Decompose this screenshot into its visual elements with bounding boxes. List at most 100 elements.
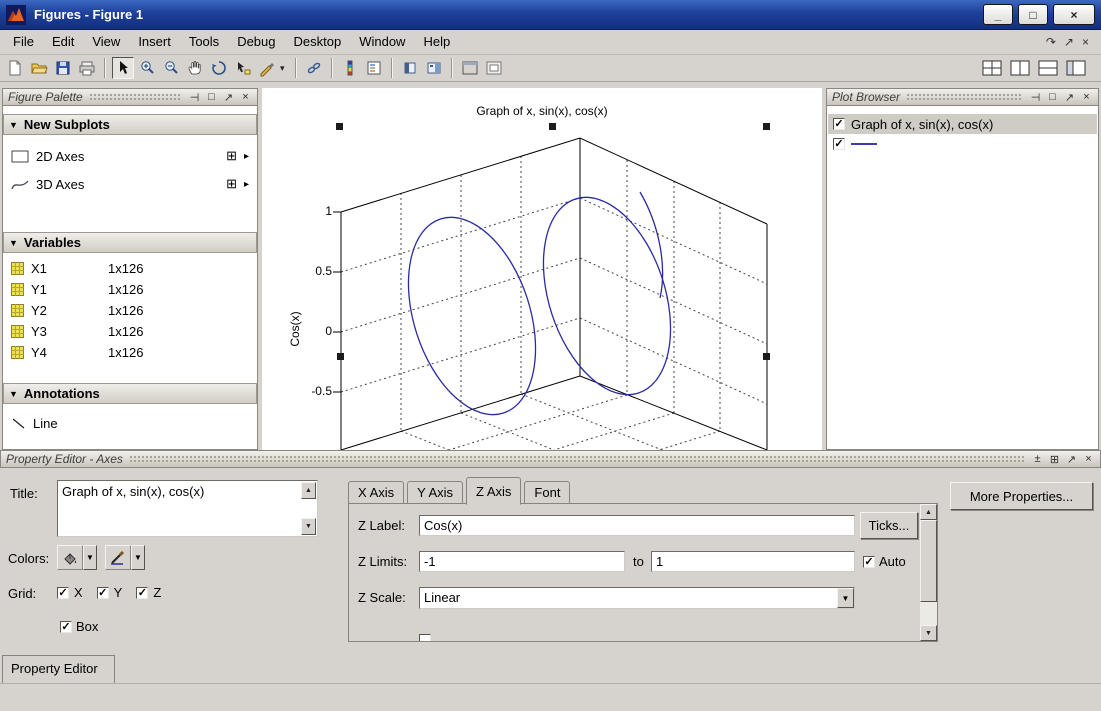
tab-font[interactable]: Font: [524, 481, 570, 504]
menubar-undock-icon[interactable]: ↗: [1064, 35, 1074, 49]
zoom-out-icon[interactable]: [160, 57, 182, 79]
subplot-3d-axes[interactable]: 3D Axes ⊞ ▸: [4, 172, 256, 196]
close-panel-icon[interactable]: ×: [1080, 91, 1093, 104]
variable-row[interactable]: X1 1x126: [4, 258, 256, 279]
menu-file[interactable]: File: [4, 30, 43, 54]
pan-tool-icon[interactable]: [184, 57, 206, 79]
figure-palette-header[interactable]: Figure Palette ⊣ □ ↗ ×: [2, 88, 258, 106]
layout-split-vertical-icon[interactable]: [1009, 57, 1031, 79]
plot-browser-header[interactable]: Plot Browser ⊣ □ ↗ ×: [826, 88, 1099, 106]
maximize-panel-icon[interactable]: □: [1046, 91, 1059, 104]
color-dropdown-icon[interactable]: ▼: [83, 545, 97, 570]
selection-handle[interactable]: [763, 123, 770, 130]
print-icon[interactable]: [76, 57, 98, 79]
visibility-checkbox[interactable]: ✓: [833, 118, 845, 130]
tab-x-axis[interactable]: X Axis: [348, 481, 404, 504]
undock-figure-icon[interactable]: [483, 57, 505, 79]
tab-z-axis[interactable]: Z Axis: [466, 477, 521, 505]
tab-panel-scrollbar[interactable]: ▲ ▼: [920, 504, 937, 641]
close-panel-icon[interactable]: ×: [239, 91, 252, 104]
z-limit-max-input[interactable]: 1: [651, 551, 855, 572]
insert-legend-icon[interactable]: [363, 57, 385, 79]
grid-x-checkbox[interactable]: ✓: [57, 587, 69, 599]
undock-panel-icon[interactable]: ↗: [1063, 91, 1076, 104]
dock-figure-icon[interactable]: [459, 57, 481, 79]
brush-tool-icon[interactable]: [256, 57, 278, 79]
menu-debug[interactable]: Debug: [228, 30, 284, 54]
line-color-button[interactable]: ▼: [105, 545, 145, 570]
zoom-in-icon[interactable]: [136, 57, 158, 79]
menu-window[interactable]: Window: [350, 30, 414, 54]
grid-y-checkbox[interactable]: ✓: [97, 587, 109, 599]
clipped-checkbox[interactable]: [419, 634, 431, 642]
maximize-button[interactable]: □: [1018, 4, 1048, 25]
undock-panel-icon[interactable]: ↗: [222, 91, 235, 104]
minimize-button[interactable]: _: [983, 4, 1013, 25]
figure-axes-area[interactable]: Graph of x, sin(x), cos(x) 1 0.5 0 -0.5 …: [262, 88, 822, 450]
data-cursor-icon[interactable]: [232, 57, 254, 79]
data-curves[interactable]: [385, 181, 693, 431]
annotation-line[interactable]: Line: [4, 411, 256, 435]
selection-handle[interactable]: [763, 353, 770, 360]
auto-limits-checkbox[interactable]: ✓: [863, 556, 875, 568]
z-scale-select[interactable]: Linear ▼: [419, 587, 855, 609]
new-figure-icon[interactable]: [4, 57, 26, 79]
title-scroll-down-button[interactable]: ▼: [301, 518, 316, 535]
menu-desktop[interactable]: Desktop: [285, 30, 351, 54]
more-properties-button[interactable]: More Properties...: [950, 482, 1093, 510]
subplot-grid-icon[interactable]: ⊞: [226, 148, 237, 164]
expand-collapse-icon[interactable]: ±: [1031, 453, 1044, 466]
axes-title-input[interactable]: Graph of x, sin(x), cos(x) ▲ ▼: [57, 480, 318, 537]
menu-insert[interactable]: Insert: [129, 30, 180, 54]
menu-view[interactable]: View: [83, 30, 129, 54]
box-checkbox[interactable]: ✓: [60, 621, 72, 633]
save-icon[interactable]: [52, 57, 74, 79]
brush-dropdown-icon[interactable]: ▾: [280, 63, 289, 74]
close-button[interactable]: ×: [1053, 4, 1095, 25]
selection-handle[interactable]: [549, 123, 556, 130]
plot-browser-item-axes[interactable]: ✓ Graph of x, sin(x), cos(x): [828, 114, 1097, 134]
undock-panel-icon[interactable]: ↗: [1065, 453, 1078, 466]
selection-handle[interactable]: [337, 353, 344, 360]
section-annotations[interactable]: ▼ Annotations: [3, 383, 257, 404]
tab-y-axis[interactable]: Y Axis: [407, 481, 463, 504]
maximize-panel-icon[interactable]: □: [205, 91, 218, 104]
paint-bucket-icon[interactable]: [57, 545, 83, 570]
selection-handle[interactable]: [336, 123, 343, 130]
title-scroll-up-button[interactable]: ▲: [301, 482, 316, 499]
section-new-subplots[interactable]: ▼ New Subplots: [3, 114, 257, 135]
variable-row[interactable]: Y3 1x126: [4, 321, 256, 342]
dock-grid-icon[interactable]: ⊞: [1048, 453, 1061, 466]
combo-arrow-icon[interactable]: ▼: [837, 588, 854, 608]
variable-row[interactable]: Y4 1x126: [4, 342, 256, 363]
layout-single-icon[interactable]: [1065, 57, 1087, 79]
subplot-grid-icon[interactable]: ⊞: [226, 176, 237, 192]
menu-tools[interactable]: Tools: [180, 30, 228, 54]
axes-3d-plot[interactable]: [262, 88, 822, 450]
pin-panel-icon[interactable]: ⊣: [188, 91, 201, 104]
rotate-3d-icon[interactable]: [208, 57, 230, 79]
insert-colorbar-icon[interactable]: [339, 57, 361, 79]
open-file-icon[interactable]: [28, 57, 50, 79]
z-label-input[interactable]: Cos(x): [419, 515, 855, 536]
close-panel-icon[interactable]: ×: [1082, 453, 1095, 466]
property-editor-header[interactable]: Property Editor - Axes ± ⊞ ↗ ×: [0, 450, 1101, 468]
hide-plot-tools-icon[interactable]: [399, 57, 421, 79]
plot-browser-item-line[interactable]: ✓: [828, 134, 1097, 154]
z-limit-min-input[interactable]: -1: [419, 551, 625, 572]
subplot-2d-axes[interactable]: 2D Axes ⊞ ▸: [4, 144, 256, 168]
subplot-expand-icon[interactable]: ▸: [244, 151, 249, 162]
color-dropdown-icon[interactable]: ▼: [131, 545, 145, 570]
visibility-checkbox[interactable]: ✓: [833, 138, 845, 150]
pin-panel-icon[interactable]: ⊣: [1029, 91, 1042, 104]
menu-edit[interactable]: Edit: [43, 30, 83, 54]
ticks-button[interactable]: Ticks...: [860, 512, 918, 539]
variable-row[interactable]: Y2 1x126: [4, 300, 256, 321]
background-color-button[interactable]: ▼: [57, 545, 97, 570]
show-plot-tools-icon[interactable]: [423, 57, 445, 79]
scrollbar-thumb[interactable]: [920, 520, 937, 602]
z-axis-label[interactable]: Cos(x): [288, 289, 304, 369]
paintbrush-icon[interactable]: [105, 545, 131, 570]
section-variables[interactable]: ▼ Variables: [3, 232, 257, 253]
variable-row[interactable]: Y1 1x126: [4, 279, 256, 300]
